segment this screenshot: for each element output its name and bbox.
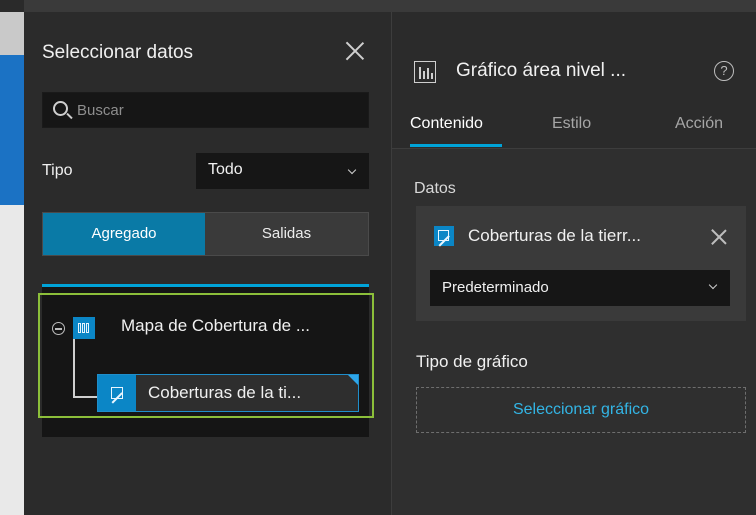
tree-item-layer-label: Coberturas de la ti... <box>148 383 302 402</box>
background-blue-block <box>0 55 24 205</box>
data-source-title: Coberturas de la tierr... <box>468 226 641 245</box>
chart-type-label: Tipo de gráfico <box>416 352 528 371</box>
layer-icon <box>98 375 136 411</box>
view-select-value: Predeterminado <box>442 279 549 296</box>
datos-label: Datos <box>414 180 456 197</box>
map-icon <box>73 317 95 339</box>
tab-estilo[interactable]: Estilo <box>552 115 591 133</box>
segment-agregado[interactable]: Agregado <box>43 213 205 255</box>
close-icon[interactable] <box>342 38 368 64</box>
search-icon <box>53 101 68 116</box>
tab-contenido[interactable]: Contenido <box>410 115 483 133</box>
window-top-edge <box>24 0 756 12</box>
background-topbar <box>0 0 24 12</box>
background-app-strip <box>0 0 24 515</box>
bar-chart-icon <box>414 61 436 83</box>
panel-title: Seleccionar datos <box>42 42 194 63</box>
layer-icon <box>434 226 454 246</box>
chevron-down-icon <box>347 165 357 175</box>
type-select-value: Todo <box>208 161 243 178</box>
settings-tabs: Contenido Estilo Acción <box>392 109 756 149</box>
search-field[interactable] <box>42 92 369 128</box>
selected-corner-marker <box>348 375 358 385</box>
type-select[interactable]: Todo <box>196 153 369 189</box>
type-label: Tipo <box>42 162 73 179</box>
active-tab-indicator <box>410 144 502 147</box>
help-icon[interactable]: ? <box>714 61 734 81</box>
tab-accion[interactable]: Acción <box>675 115 723 133</box>
segment-salidas[interactable]: Salidas <box>205 213 368 255</box>
tree-item-map-label[interactable]: Mapa de Cobertura de ... <box>121 316 359 336</box>
select-chart-button[interactable]: Seleccionar gráfico <box>416 387 746 433</box>
layer-flag-icon <box>111 387 123 399</box>
widget-title: Gráfico área nivel ... <box>456 60 627 81</box>
tree-connector <box>73 339 75 396</box>
content-section <box>392 149 756 515</box>
tree-connector <box>73 396 97 398</box>
background-light-block <box>0 205 24 515</box>
tree-item-layer[interactable]: Coberturas de la ti... <box>97 374 359 412</box>
remove-data-icon[interactable] <box>708 226 730 248</box>
search-input[interactable] <box>75 99 355 121</box>
chevron-down-icon <box>708 280 718 290</box>
source-segmented-control: Agregado Salidas <box>42 212 369 256</box>
select-data-panel: Seleccionar datos Tipo Todo Agregado Sal… <box>24 12 392 515</box>
collapse-toggle-icon[interactable] <box>52 322 65 335</box>
view-select[interactable]: Predeterminado <box>430 270 730 306</box>
data-source-card: Coberturas de la tierr... Predeterminado <box>416 206 746 321</box>
chart-settings-panel: Gráfico área nivel ... ? Contenido Estil… <box>392 12 756 515</box>
layer-flag-icon <box>438 230 449 241</box>
